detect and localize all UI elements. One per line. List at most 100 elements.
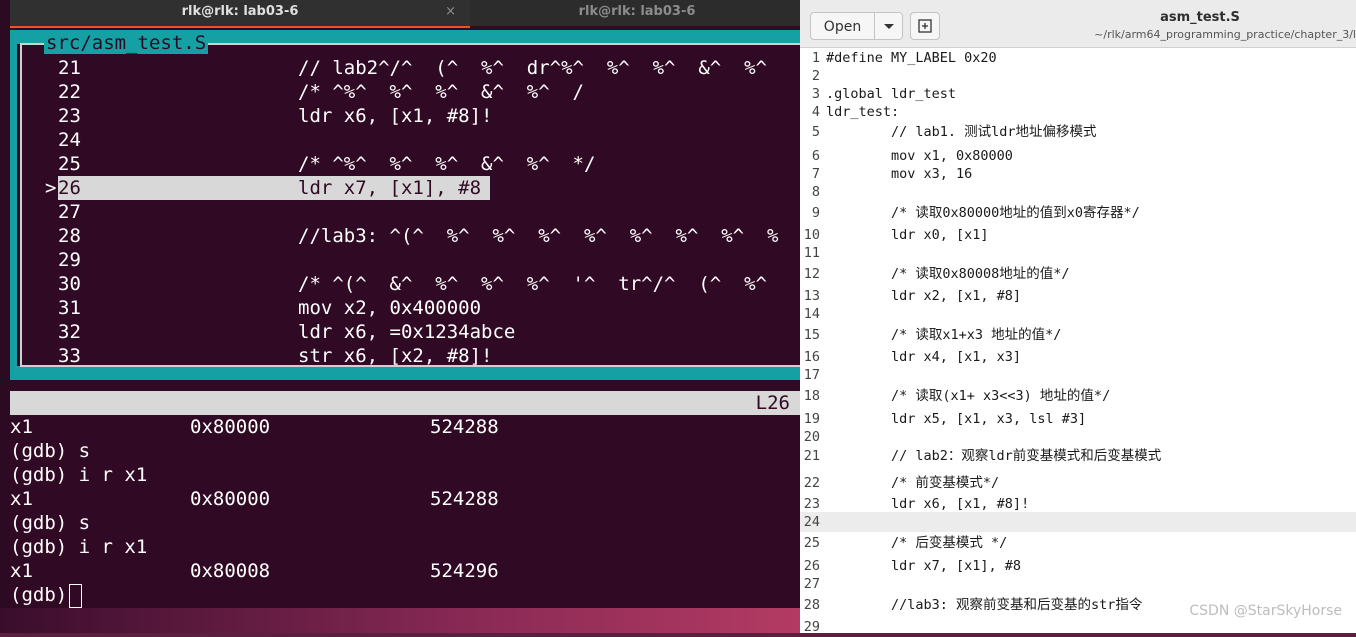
source-code: /* ^%^ %^ %^ &^ %^ */ bbox=[298, 153, 596, 175]
gdb-console-line: (gdb) i r x1 bbox=[10, 463, 147, 487]
line-number: 21 bbox=[58, 57, 81, 79]
editor-line[interactable]: 3 .global ldr_test bbox=[800, 84, 1356, 104]
editor-code-text: /* 前变基模式*/ bbox=[826, 475, 1000, 491]
chevron-down-icon[interactable] bbox=[875, 12, 903, 40]
editor-line[interactable]: 21 // lab2：观察ldr前变基模式和后变基模式 bbox=[800, 446, 1356, 466]
editor-line[interactable]: 27 bbox=[800, 574, 1356, 594]
editor-code-text: ldr x4, [x1, x3] bbox=[826, 349, 1022, 365]
new-document-button[interactable] bbox=[910, 12, 940, 40]
source-code: /* ^%^ %^ %^ &^ %^ / bbox=[298, 81, 584, 103]
watermark: CSDN @StarSkyHorse bbox=[1189, 603, 1342, 619]
editor-line-number: 17 bbox=[803, 367, 820, 383]
register-decimal-value: 524296 bbox=[430, 560, 499, 582]
editor-line-number: 21 bbox=[803, 448, 820, 464]
register-hex-value: 0x80000 bbox=[190, 488, 271, 510]
gdb-console-line: x1 0x80000 524288 bbox=[10, 487, 499, 511]
editor-line[interactable]: 16 ldr x4, [x1, x3] bbox=[800, 347, 1356, 367]
editor-code-text: //lab3: 观察前变基和后变基的str指令 bbox=[826, 597, 1143, 613]
editor-code-text: ldr x7, [x1], #8 bbox=[826, 558, 1022, 574]
editor-file-title: asm_test.S bbox=[1160, 10, 1240, 25]
tab-label: rlk@rlk: lab03-6 bbox=[578, 4, 696, 19]
editor-line[interactable]: 24 bbox=[800, 512, 1356, 532]
editor-line-number: 29 bbox=[803, 619, 820, 635]
close-icon[interactable]: × bbox=[445, 0, 456, 24]
editor-line[interactable]: 12 /* 读取0x80008地址的值*/ bbox=[800, 264, 1356, 284]
gdb-console-line: x1 0x80000 524288 bbox=[10, 415, 499, 439]
editor-code-text: // lab1. 测试ldr地址偏移模式 bbox=[826, 124, 1097, 140]
editor-line-number: 24 bbox=[803, 514, 820, 530]
line-number: 25 bbox=[58, 153, 81, 175]
editor-code-text: /* 后变基模式 */ bbox=[826, 535, 1008, 551]
editor-line-number: 16 bbox=[803, 349, 820, 365]
editor-line-number: 3 bbox=[811, 86, 820, 102]
editor-line-number: 20 bbox=[803, 429, 820, 445]
editor-line[interactable]: 4 ldr_test: bbox=[800, 102, 1356, 122]
gdb-text: x1 bbox=[10, 416, 33, 438]
text-editor-window[interactable]: Open asm_test.S ~/rlk/arm64_programming_… bbox=[800, 0, 1356, 635]
terminal-cursor[interactable] bbox=[69, 583, 83, 608]
editor-code-text: ldr x6, [x1, #8]! bbox=[826, 496, 1030, 512]
editor-line[interactable]: 20 bbox=[800, 427, 1356, 447]
gdb-console-line: x1 0x80008 524296 bbox=[10, 559, 499, 583]
gdb-text: (gdb) s bbox=[10, 512, 91, 534]
status-line-number: L26 bbox=[755, 392, 790, 414]
gdb-status-bar: remote Thread 1.1 In: ldr_test L26 bbox=[10, 391, 800, 438]
register-hex-value: 0x80008 bbox=[190, 560, 271, 582]
editor-line[interactable]: 14 bbox=[800, 304, 1356, 324]
editor-line[interactable]: 10 ldr x0, [x1] bbox=[800, 225, 1356, 245]
editor-line[interactable]: 6 mov x1, 0x80000 bbox=[800, 146, 1356, 166]
line-number: 29 bbox=[58, 249, 81, 271]
source-code: ldr x6, [x1, #8]! bbox=[298, 105, 493, 127]
editor-line-number: 25 bbox=[803, 535, 820, 551]
gdb-text: (gdb) s bbox=[10, 440, 91, 462]
editor-line[interactable]: 23 ldr x6, [x1, #8]! bbox=[800, 494, 1356, 514]
editor-line-number: 7 bbox=[811, 166, 820, 182]
editor-line[interactable]: 7 mov x3, 16 bbox=[800, 164, 1356, 184]
editor-line[interactable]: 2 bbox=[800, 66, 1356, 86]
open-button[interactable]: Open bbox=[810, 12, 875, 40]
editor-code-text: ldr x2, [x1, #8] bbox=[826, 288, 1022, 304]
editor-line[interactable]: 29 bbox=[800, 617, 1356, 637]
editor-line-number: 11 bbox=[803, 245, 820, 261]
editor-line-number: 26 bbox=[803, 558, 820, 574]
terminal-tab-2[interactable]: rlk@rlk: lab03-6 bbox=[472, 0, 802, 26]
editor-code-text: .global ldr_test bbox=[826, 86, 957, 102]
editor-line-number: 13 bbox=[803, 288, 820, 304]
editor-line-number: 22 bbox=[803, 475, 820, 491]
editor-line-number: 28 bbox=[803, 597, 820, 613]
editor-line-number: 5 bbox=[811, 124, 820, 140]
editor-line[interactable]: 18 /* 读取(x1+ x3<<3) 地址的值*/ bbox=[800, 386, 1356, 406]
editor-line[interactable]: 5 // lab1. 测试ldr地址偏移模式 bbox=[800, 122, 1356, 142]
editor-line[interactable]: 13 ldr x2, [x1, #8] bbox=[800, 286, 1356, 306]
editor-code-text: /* 读取0x80000地址的值到x0寄存器*/ bbox=[826, 205, 1140, 221]
editor-line[interactable]: 11 bbox=[800, 243, 1356, 263]
editor-line[interactable]: 25 /* 后变基模式 */ bbox=[800, 533, 1356, 553]
editor-line-number: 23 bbox=[803, 496, 820, 512]
editor-line[interactable]: 19 ldr x5, [x1, x3, lsl #3] bbox=[800, 409, 1356, 429]
register-hex-value: 0x80000 bbox=[190, 416, 271, 438]
editor-line-number: 10 bbox=[803, 227, 820, 243]
editor-line-number: 15 bbox=[803, 327, 820, 343]
editor-line[interactable]: 9 /* 读取0x80000地址的值到x0寄存器*/ bbox=[800, 203, 1356, 223]
gdb-text: x1 bbox=[10, 488, 33, 510]
editor-line-number: 27 bbox=[803, 576, 820, 592]
editor-line-number: 8 bbox=[811, 184, 820, 200]
editor-code-text: mov x1, 0x80000 bbox=[826, 148, 1013, 164]
editor-line-number: 14 bbox=[803, 306, 820, 322]
editor-line[interactable]: 17 bbox=[800, 365, 1356, 385]
editor-code-text: ldr_test: bbox=[826, 104, 900, 120]
terminal-tab-1[interactable]: rlk@rlk: lab03-6 × bbox=[10, 0, 470, 28]
editor-line[interactable]: 1 #define MY_LABEL 0x20 bbox=[800, 48, 1356, 68]
editor-line[interactable]: 26 ldr x7, [x1], #8 bbox=[800, 556, 1356, 576]
terminal-window[interactable]: rlk@rlk: lab03-6 × rlk@rlk: lab03-6 src/… bbox=[0, 0, 800, 608]
tab-label: rlk@rlk: lab03-6 bbox=[181, 4, 299, 19]
editor-line-number: 9 bbox=[811, 205, 820, 221]
editor-line[interactable]: 15 /* 读取x1+x3 地址的值*/ bbox=[800, 325, 1356, 345]
line-number: 24 bbox=[58, 129, 81, 151]
editor-line[interactable]: 8 bbox=[800, 182, 1356, 202]
editor-line[interactable]: 22 /* 前变基模式*/ bbox=[800, 473, 1356, 493]
gdb-text: x1 bbox=[10, 560, 33, 582]
line-number: 33 bbox=[58, 345, 81, 367]
line-number: 22 bbox=[58, 81, 81, 103]
gdb-text: (gdb) i r x1 bbox=[10, 464, 148, 486]
